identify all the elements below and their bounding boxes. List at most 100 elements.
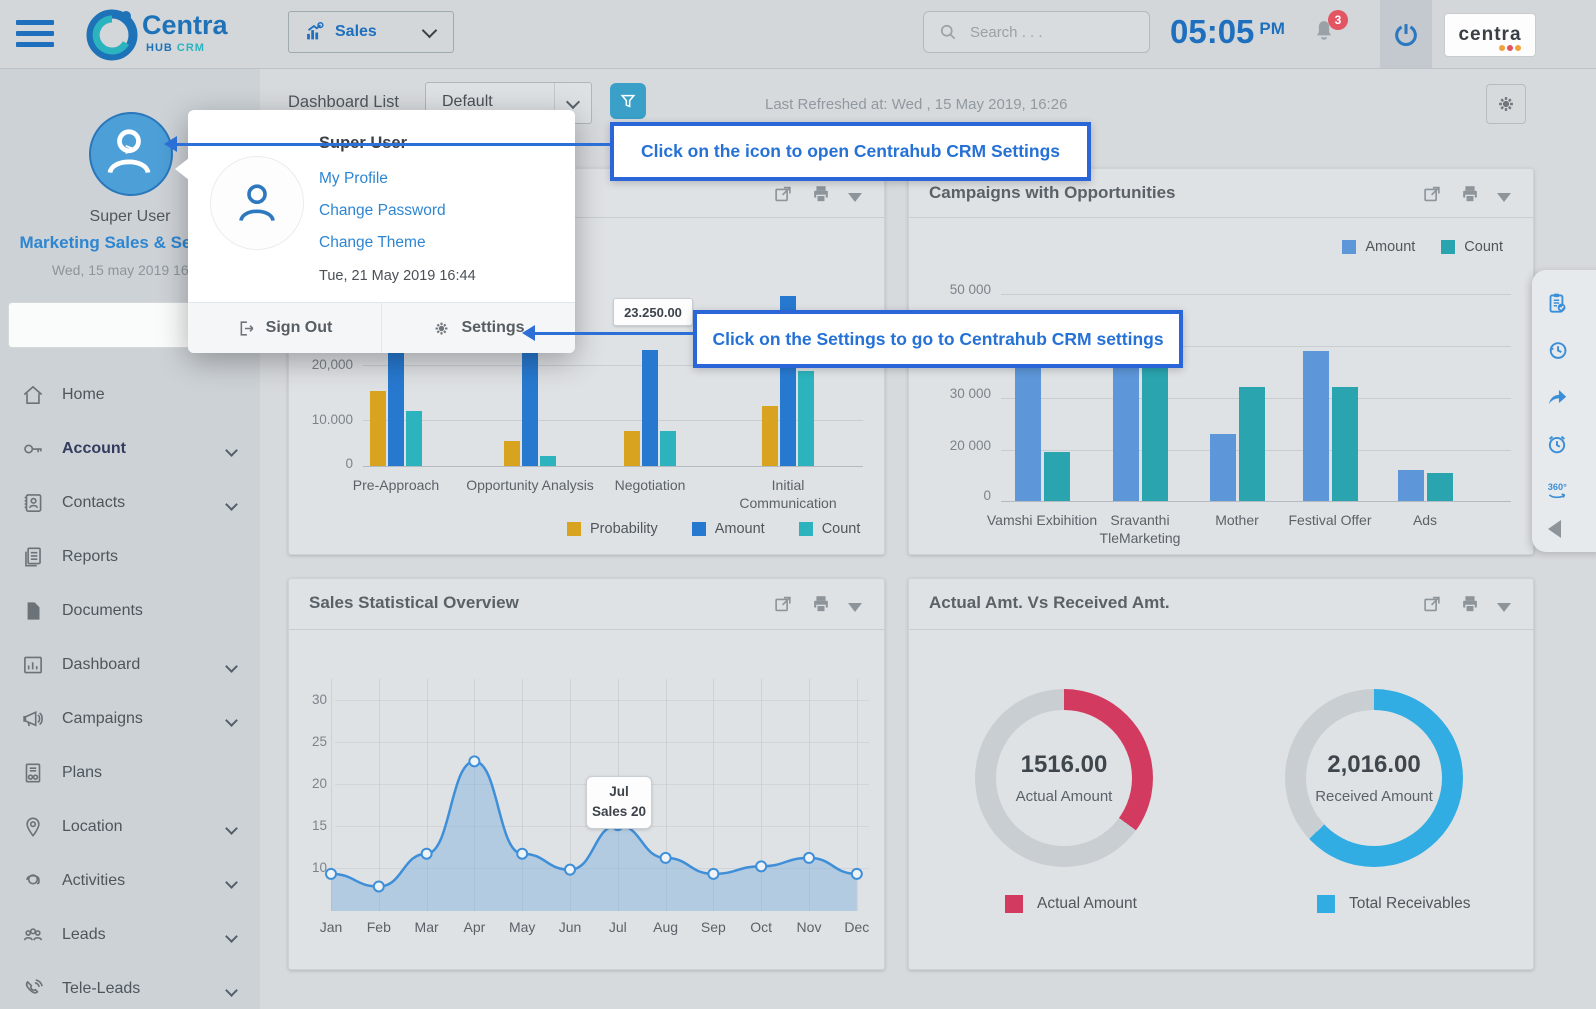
bar-count-pre-approach[interactable] [406, 411, 422, 466]
bar-count-negotiation[interactable] [660, 431, 676, 466]
collapse-left-icon[interactable] [1548, 520, 1561, 538]
rotate-360-icon[interactable]: 360° [1544, 478, 1570, 504]
sidebar-item-activities[interactable]: Activities [0, 854, 260, 908]
donut-label: Actual Amount [1016, 788, 1113, 805]
print-icon[interactable] [1459, 593, 1481, 615]
bar-count-opportunity-analysis[interactable] [540, 456, 556, 466]
sidebar-item-campaigns[interactable]: Campaigns [0, 692, 260, 746]
bar-probability-initial-communication[interactable] [762, 406, 778, 466]
history-icon[interactable] [1544, 337, 1570, 363]
share-icon[interactable] [1544, 384, 1570, 410]
bar-count-sravanthi-tlemarketing[interactable] [1142, 346, 1168, 501]
chevron-down-icon[interactable] [1497, 193, 1511, 202]
dashboard-select-value: Default [442, 93, 493, 111]
bar-amount-vamshi-exbihition[interactable] [1015, 366, 1041, 501]
y-axis-tick: 20,000 [297, 357, 353, 372]
actual-amount-donut[interactable]: 1516.00Actual Amount [975, 689, 1153, 867]
chevron-down-icon[interactable] [1497, 603, 1511, 612]
data-point-nov[interactable] [804, 853, 814, 863]
sidebar-item-dashboard[interactable]: Dashboard [0, 638, 260, 692]
sales-chart-icon [303, 21, 325, 43]
sidebar-item-documents[interactable]: Documents [0, 584, 260, 638]
print-icon[interactable] [810, 183, 832, 205]
search-box[interactable] [923, 11, 1150, 53]
brand-sub-hub: HUB [146, 42, 173, 54]
sidebar-item-label: Dashboard [62, 656, 140, 674]
external-link-icon[interactable] [1421, 593, 1443, 615]
sidebar-item-location[interactable]: Location [0, 800, 260, 854]
clock-meridiem: PM [1259, 19, 1285, 38]
bar-probability-opportunity-analysis[interactable] [504, 441, 520, 466]
print-icon[interactable] [1459, 183, 1481, 205]
sidebar-item-reports[interactable]: Reports [0, 530, 260, 584]
chart-legend: ProbabilityAmountCount [567, 521, 860, 537]
sidebar-item-contacts[interactable]: Contacts [0, 476, 260, 530]
bar-count-mother[interactable] [1239, 387, 1265, 501]
bar-count-festival-offer[interactable] [1332, 387, 1358, 501]
dashboard-settings-button[interactable] [1486, 84, 1526, 124]
clipboard-check-icon[interactable] [1544, 290, 1570, 316]
bar-count-initial-communication[interactable] [798, 371, 814, 466]
data-point-mar[interactable] [422, 849, 432, 859]
clock-time: 05:05 [1170, 13, 1254, 50]
received-amount-donut[interactable]: 2,016.00Received Amount [1285, 689, 1463, 867]
sign-out-button[interactable]: Sign Out [188, 303, 381, 353]
sidebar-item-plans[interactable]: Plans [0, 746, 260, 800]
gear-icon [432, 319, 451, 338]
x-axis-line [363, 466, 863, 467]
bar-count-ads[interactable] [1427, 473, 1453, 501]
external-link-icon[interactable] [772, 183, 794, 205]
donut-legend-actual: Actual Amount [1005, 895, 1137, 913]
data-point-jun[interactable] [565, 865, 575, 875]
donut-label: Received Amount [1315, 788, 1433, 805]
legend-label: Count [1464, 239, 1503, 255]
data-point-dec[interactable] [852, 869, 862, 879]
bar-amount-festival-offer[interactable] [1303, 351, 1329, 501]
my-profile-link[interactable]: My Profile [319, 170, 388, 188]
chevron-down-icon[interactable] [848, 193, 862, 202]
callout-text: Click on the icon to open Centrahub CRM … [641, 141, 1060, 162]
sidebar-item-leads[interactable]: Leads [0, 908, 260, 962]
change-password-link[interactable]: Change Password [319, 202, 446, 220]
alarm-icon[interactable] [1544, 431, 1570, 457]
centra-mini-logo[interactable]: centra [1444, 13, 1536, 57]
legend-label: Amount [1365, 239, 1415, 255]
external-link-icon[interactable] [1421, 183, 1443, 205]
sales-line-chart [289, 579, 884, 969]
brand-sub-crm: CRM [177, 42, 205, 54]
search-input[interactable] [968, 23, 1132, 42]
data-point-oct[interactable] [756, 861, 766, 871]
tele-leads-icon [20, 976, 46, 1002]
sidebar-item-account[interactable]: Account [0, 422, 260, 476]
bar-probability-pre-approach[interactable] [370, 391, 386, 466]
popup-date: Tue, 21 May 2019 16:44 [319, 268, 476, 284]
data-point-sep[interactable] [708, 869, 718, 879]
data-point-may[interactable] [517, 849, 527, 859]
bar-amount-ads[interactable] [1398, 470, 1424, 501]
data-point-jan[interactable] [326, 869, 336, 879]
legend-item-probability: Probability [567, 521, 658, 537]
bar-amount-negotiation[interactable] [642, 350, 658, 466]
bar-amount-mother[interactable] [1210, 434, 1236, 501]
sidebar-item-home[interactable]: Home [0, 368, 260, 422]
module-selector-value: Sales [335, 23, 377, 41]
sidebar-menu: HomeAccountContacts Reports Documents Dashb… [0, 368, 260, 1009]
sidebar-item-tele-leads[interactable]: Tele-Leads [0, 962, 260, 1009]
logout-button[interactable] [1380, 0, 1432, 68]
module-selector[interactable]: Sales [288, 11, 454, 53]
notifications-button[interactable]: 3 [1310, 17, 1344, 51]
sidebar-item-label: Reports [62, 548, 118, 566]
bar-probability-negotiation[interactable] [624, 431, 640, 466]
data-point-feb[interactable] [374, 881, 384, 891]
gridline [1001, 294, 1511, 295]
data-point-apr[interactable] [469, 756, 479, 766]
change-theme-link[interactable]: Change Theme [319, 234, 426, 252]
chevron-down-icon [225, 876, 238, 889]
bar-count-vamshi-exbihition[interactable] [1044, 452, 1070, 501]
filter-button[interactable] [610, 83, 646, 119]
hamburger-menu-icon[interactable] [16, 20, 54, 48]
settings-button[interactable]: Settings [381, 303, 575, 353]
brand-logo[interactable]: Centra HUB CRM [86, 5, 236, 63]
user-avatar[interactable]: > [89, 112, 173, 196]
data-point-aug[interactable] [661, 853, 671, 863]
